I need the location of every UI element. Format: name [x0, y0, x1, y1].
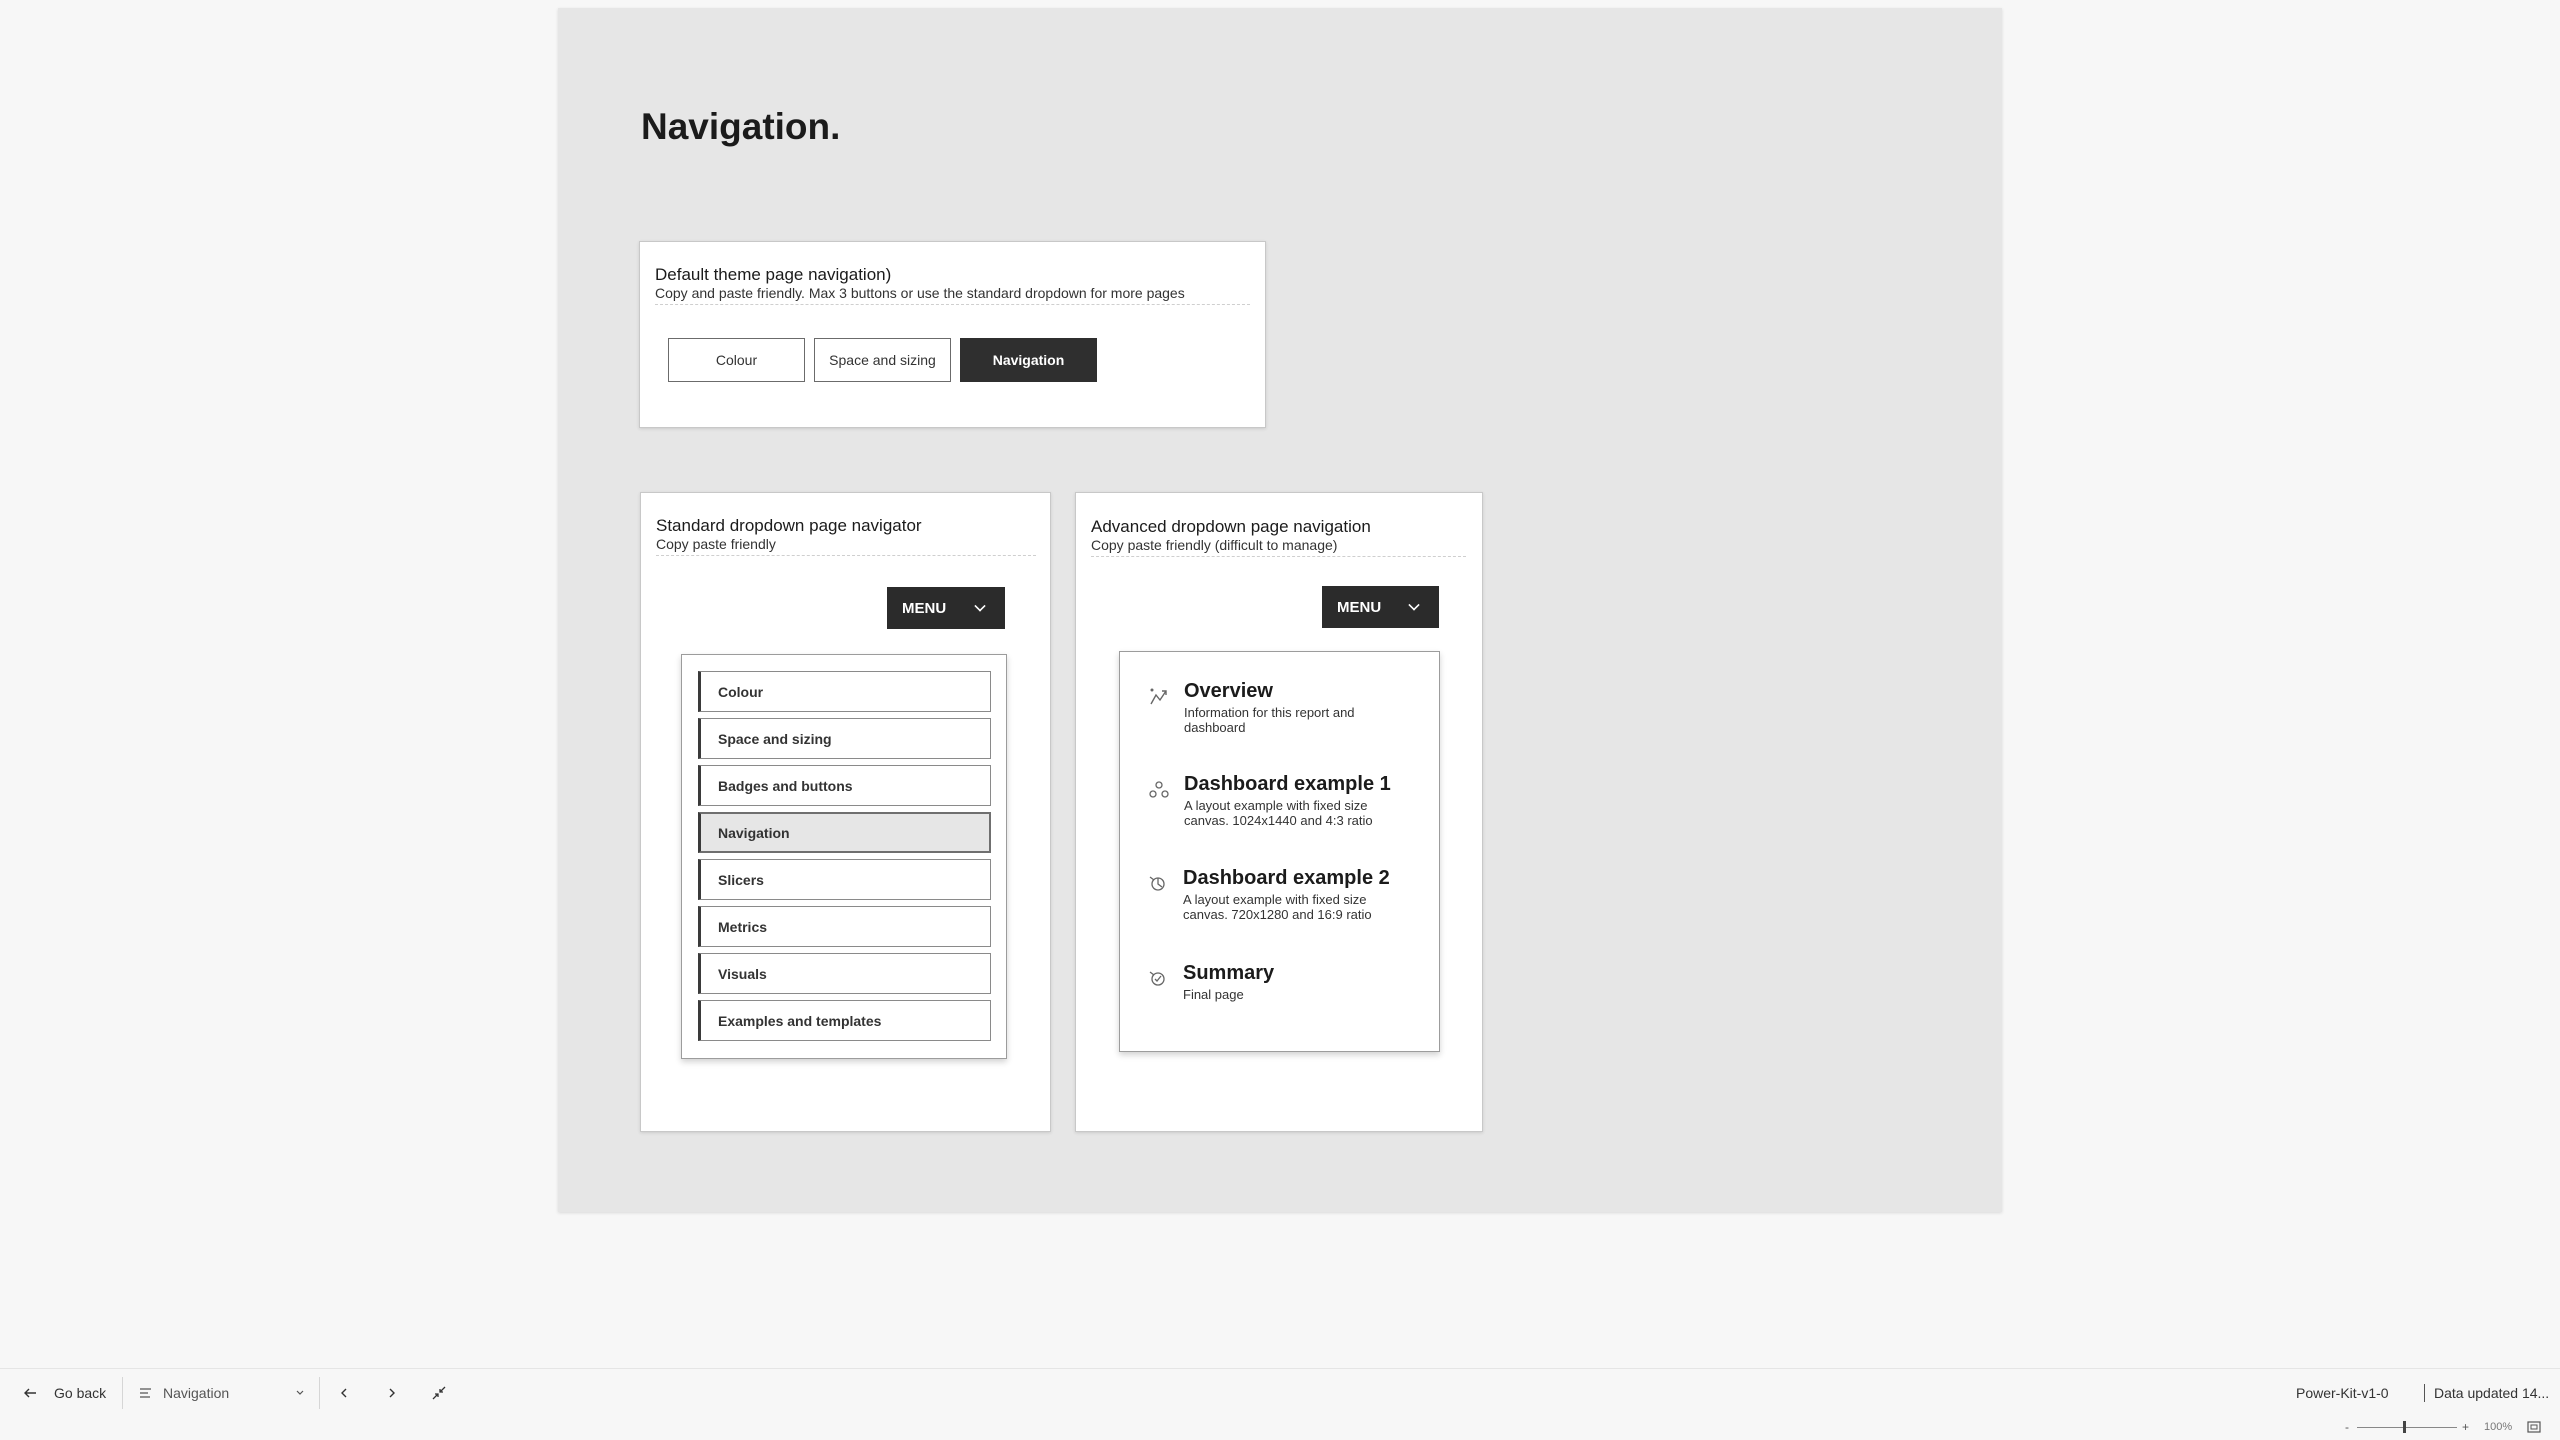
- card-title: Standard dropdown page navigator: [656, 516, 922, 535]
- standard-dropdown-card: Standard dropdown page navigator Copy pa…: [640, 492, 1051, 1132]
- go-back-label: Go back: [54, 1385, 107, 1401]
- card-subtitle: Copy paste friendly: [656, 536, 776, 552]
- dashboard-icon: [1149, 876, 1165, 891]
- divider: [122, 1377, 123, 1409]
- divider: [1091, 556, 1466, 557]
- divider: [655, 304, 1250, 305]
- card-subtitle: Copy and paste friendly. Max 3 buttons o…: [655, 285, 1185, 301]
- nav-button-colour[interactable]: Colour: [668, 338, 805, 382]
- chevron-down-icon: [974, 600, 986, 612]
- item-title: Summary: [1183, 962, 1275, 984]
- divider: [656, 555, 1036, 556]
- zoom-slider[interactable]: [2357, 1427, 2457, 1428]
- item-description: Final page: [1183, 987, 1244, 1002]
- menu-item-examples-and-templates[interactable]: Examples and templates: [698, 1000, 991, 1041]
- divider: [2424, 1384, 2425, 1402]
- go-back-button[interactable]: Go back: [22, 1369, 106, 1417]
- chevron-down-icon: [1408, 599, 1420, 611]
- default-nav-card: Default theme page navigation) Copy and …: [639, 241, 1266, 428]
- previous-page-button[interactable]: [336, 1369, 352, 1417]
- data-updated-label: Data updated 14...: [2434, 1385, 2550, 1401]
- summary-icon: [1149, 971, 1165, 986]
- bottom-bar: Go back Navigation Power-Kit-v1-0 Data u…: [0, 1368, 2560, 1416]
- status-bar: - + 100%: [0, 1416, 2560, 1440]
- menu-dropdown-button[interactable]: MENU: [1322, 586, 1439, 628]
- fit-to-page-icon[interactable]: [2527, 1421, 2541, 1433]
- zoom-slider-thumb[interactable]: [2403, 1421, 2406, 1433]
- arrow-left-icon: [24, 1388, 36, 1398]
- card-title: Advanced dropdown page navigation: [1091, 517, 1371, 536]
- advanced-dropdown-card: Advanced dropdown page navigation Copy p…: [1075, 492, 1483, 1132]
- menu-item-dashboard-example-2[interactable]: Dashboard example 2 A layout example wit…: [1147, 867, 1407, 922]
- chevron-down-icon: [296, 1390, 304, 1395]
- exit-fullscreen-button[interactable]: [431, 1369, 447, 1417]
- item-title: Dashboard example 1: [1184, 773, 1391, 795]
- pages-list-icon: [140, 1388, 151, 1398]
- menu-label: MENU: [1337, 598, 1382, 616]
- nav-button-navigation[interactable]: Navigation: [960, 338, 1097, 382]
- item-title: Dashboard example 2: [1183, 867, 1390, 889]
- nav-button-space-and-sizing[interactable]: Space and sizing: [814, 338, 951, 382]
- dropdown-menu-panel: Colour Space and sizing Badges and butto…: [681, 654, 1007, 1059]
- menu-item-colour[interactable]: Colour: [698, 671, 991, 712]
- divider: [319, 1377, 320, 1409]
- dashboard-icon: [1149, 781, 1169, 798]
- advanced-menu-panel: Overview Information for this report and…: [1119, 651, 1440, 1052]
- zoom-out-button[interactable]: -: [2345, 1420, 2349, 1434]
- menu-item-dashboard-example-1[interactable]: Dashboard example 1 A layout example wit…: [1148, 773, 1408, 828]
- current-page-label: Navigation: [163, 1385, 230, 1401]
- report-name: Power-Kit-v1-0: [2296, 1385, 2389, 1401]
- zoom-in-button[interactable]: +: [2462, 1420, 2469, 1434]
- card-subtitle: Copy paste friendly (difficult to manage…: [1091, 537, 1338, 553]
- item-description: A layout example with fixed size canvas.…: [1184, 798, 1373, 828]
- menu-label: MENU: [902, 599, 947, 617]
- menu-item-badges-and-buttons[interactable]: Badges and buttons: [698, 765, 991, 806]
- chevron-left-icon: [341, 1388, 347, 1398]
- next-page-button[interactable]: [384, 1369, 400, 1417]
- item-description: Information for this report and dashboar…: [1184, 705, 1355, 735]
- menu-item-summary[interactable]: Summary Final page: [1147, 962, 1407, 1002]
- zoom-level: 100%: [2484, 1421, 2513, 1433]
- page-title: Navigation.: [641, 106, 841, 147]
- overview-icon: [1150, 688, 1167, 705]
- menu-item-visuals[interactable]: Visuals: [698, 953, 991, 994]
- menu-item-navigation[interactable]: Navigation: [698, 812, 991, 853]
- card-title: Default theme page navigation): [655, 265, 892, 284]
- chevron-right-icon: [389, 1388, 395, 1398]
- menu-item-space-and-sizing[interactable]: Space and sizing: [698, 718, 991, 759]
- item-title: Overview: [1184, 680, 1273, 702]
- menu-dropdown-button[interactable]: MENU: [887, 587, 1005, 629]
- menu-item-overview[interactable]: Overview Information for this report and…: [1148, 680, 1408, 735]
- menu-item-metrics[interactable]: Metrics: [698, 906, 991, 947]
- page-selector[interactable]: Navigation: [139, 1369, 305, 1417]
- menu-item-slicers[interactable]: Slicers: [698, 859, 991, 900]
- collapse-icon: [432, 1386, 446, 1400]
- report-canvas: Navigation. Default theme page navigatio…: [558, 8, 2002, 1212]
- item-description: A layout example with fixed size canvas.…: [1183, 892, 1372, 922]
